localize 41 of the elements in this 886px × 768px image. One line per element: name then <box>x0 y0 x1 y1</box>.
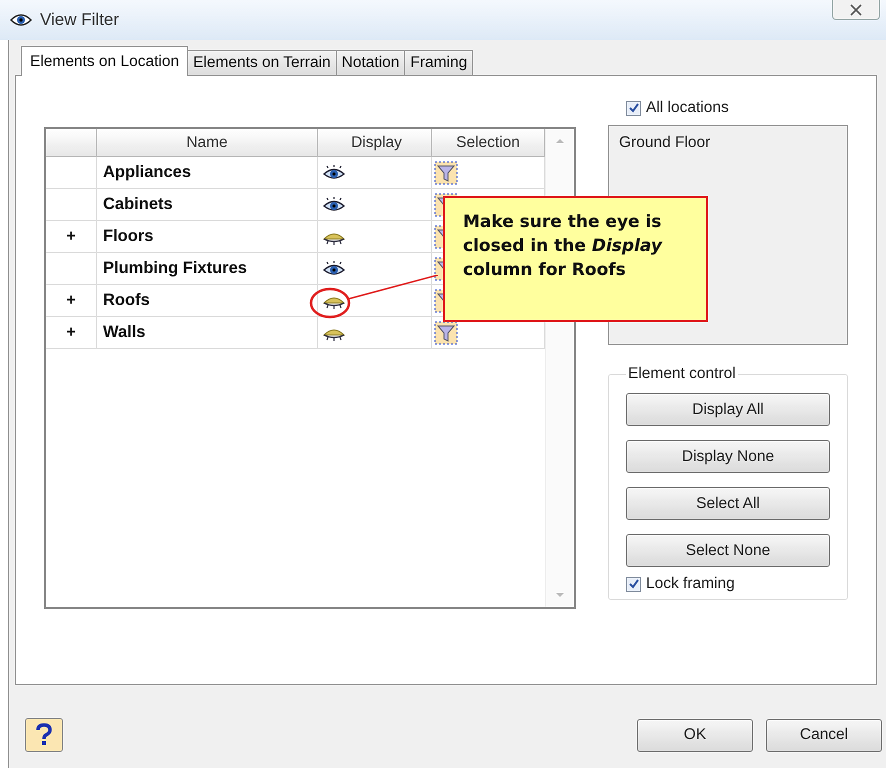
table-cell: Roofs <box>97 285 318 317</box>
expander[interactable]: + <box>46 285 97 317</box>
close-icon <box>850 4 862 16</box>
filter-icon[interactable] <box>434 160 458 184</box>
column-header: Display <box>318 129 432 157</box>
checkbox-label: All locations <box>646 99 729 117</box>
eye-icon <box>10 13 32 27</box>
column-header: Name <box>97 129 318 157</box>
filter-icon[interactable] <box>434 320 458 344</box>
window-title: View Filter <box>40 10 120 30</box>
tab[interactable]: Notation <box>336 50 406 75</box>
close-button[interactable] <box>832 0 880 20</box>
group-title: Element control <box>627 365 737 383</box>
expander[interactable]: + <box>46 317 97 349</box>
checkbox-label: Lock framing <box>646 575 735 593</box>
action-button[interactable]: Select All <box>626 487 830 520</box>
help-button[interactable] <box>25 718 63 752</box>
eye-icon[interactable] <box>322 196 346 212</box>
table-cell: Floors <box>97 221 318 253</box>
checkbox[interactable] <box>626 100 641 116</box>
dialog-button[interactable]: OK <box>637 718 753 752</box>
callout-tooltip: Make sure the eye is closed in the Display column for Roofs <box>443 196 708 322</box>
eye-icon[interactable] <box>322 260 346 276</box>
table-cell: Plumbing Fixtures <box>97 253 318 285</box>
tab[interactable]: Elements on Location <box>21 46 188 76</box>
column-header: Selection <box>432 129 545 157</box>
dialog-button[interactable]: Cancel <box>766 718 882 752</box>
tab[interactable]: Framing <box>404 50 474 75</box>
expander[interactable]: + <box>46 221 97 253</box>
action-button[interactable]: Display All <box>626 393 830 426</box>
table-cell: Walls <box>97 317 318 349</box>
table-cell: Appliances <box>97 157 318 189</box>
list-item[interactable]: Ground Floor <box>619 134 837 152</box>
tab[interactable]: Elements on Terrain <box>187 50 337 75</box>
question-mark-icon <box>34 723 54 747</box>
action-button[interactable]: Select None <box>626 534 830 567</box>
checkbox[interactable] <box>626 576 641 592</box>
column-header <box>46 129 97 157</box>
table-cell: Cabinets <box>97 189 318 221</box>
action-button[interactable]: Display None <box>626 440 830 473</box>
eye-icon[interactable] <box>322 164 346 180</box>
